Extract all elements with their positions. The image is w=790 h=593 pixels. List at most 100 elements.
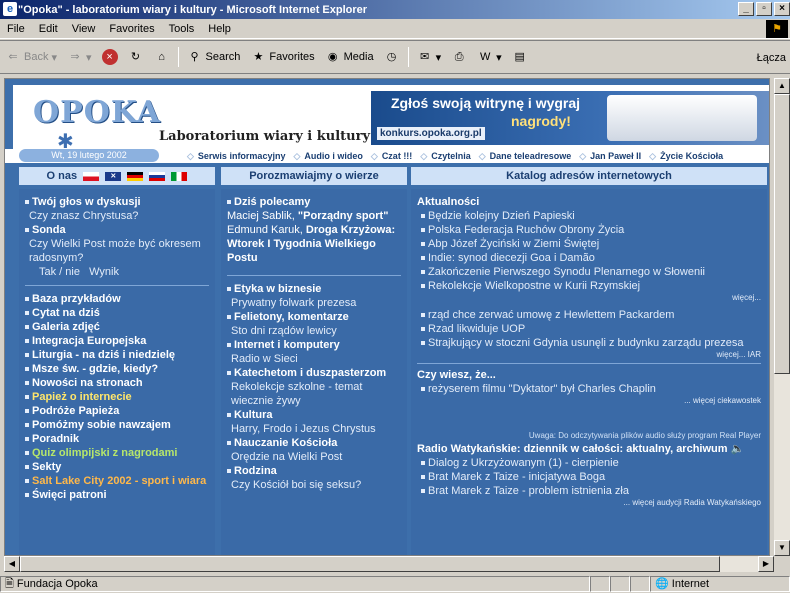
hscroll-thumb[interactable] (20, 556, 720, 572)
news-item[interactable]: Abp Józef Życiński w Ziemi Świętej (411, 237, 767, 251)
discussion-link[interactable]: Twój głos w dyskusji (19, 195, 215, 209)
flag-italy-icon[interactable] (171, 171, 188, 181)
recommended-1[interactable]: Maciej Sablik, "Porządny sport" (221, 209, 407, 223)
ethics-article[interactable]: Prywatny folwark prezesa (221, 296, 407, 310)
section-catalog[interactable]: Katalog adresów internetowych (411, 167, 767, 185)
menu-edit[interactable]: Edit (32, 23, 65, 35)
menu-help[interactable]: Help (201, 23, 238, 35)
family-section[interactable]: Rodzina (221, 464, 407, 478)
mail-button[interactable]: ✉ ▾ (412, 49, 447, 65)
left-link-0[interactable]: Baza przykładów (19, 292, 215, 306)
left-link-4[interactable]: Liturgia - na dziś i niedzielę (19, 348, 215, 362)
section-talk[interactable]: Porozmawiajmy o wierze (221, 167, 407, 185)
news-item[interactable]: Rzad likwiduje UOP (411, 322, 767, 336)
news-item[interactable]: rząd chce zerwać umowę z Hewlettem Packa… (411, 308, 767, 322)
media-button[interactable]: ◉ Media (320, 49, 379, 65)
left-link-6[interactable]: Nowości na stronach (19, 376, 215, 390)
columns-section[interactable]: Felietony, komentarze (221, 310, 407, 324)
columns-article[interactable]: Sto dni rządów lewicy (221, 324, 407, 338)
sects-link[interactable]: Sekty (19, 460, 215, 474)
home-button[interactable]: ⌂ (149, 49, 175, 65)
back-button[interactable]: ⇐ Back ▾ (0, 49, 62, 65)
discuss-button[interactable]: ▤ (507, 49, 533, 65)
section-about[interactable]: O nas ✕ (19, 167, 215, 185)
poll-vote-link[interactable]: Tak / nie (39, 266, 80, 278)
pope-internet-link[interactable]: Papież o internecie (19, 390, 215, 404)
ethics-section[interactable]: Etyka w biznesie (221, 282, 407, 296)
discussion-question[interactable]: Czy znasz Chrystusa? (19, 209, 215, 223)
culture-article[interactable]: Harry, Frodo i Jezus Chrystus (221, 422, 407, 436)
internet-section[interactable]: Internet i komputery (221, 338, 407, 352)
left-link-1[interactable]: Cytat na dziś (19, 306, 215, 320)
nav-audio[interactable]: Audio i wideo (304, 151, 363, 161)
news-title[interactable]: Aktualności (411, 195, 767, 209)
scroll-down-arrow-icon[interactable]: ▼ (774, 540, 790, 556)
flag-germany-icon[interactable] (127, 171, 144, 181)
flag-russia-icon[interactable] (149, 171, 166, 181)
iar-more-link[interactable]: więcej... IAR (411, 350, 767, 359)
poll-link[interactable]: Sonda (19, 223, 215, 237)
news-item[interactable]: Zakończenie Pierwszego Synodu Plenarnego… (411, 265, 767, 279)
poll-result-link[interactable]: Wynik (89, 266, 119, 278)
left-link-3[interactable]: Integracja Europejska (19, 334, 215, 348)
quiz-link[interactable]: Quiz olimpijski z nagrodami (19, 446, 215, 460)
trivia-more-link[interactable]: ... więcej ciekawostek (411, 396, 767, 405)
stop-button[interactable]: × (97, 49, 123, 65)
left-link-2[interactable]: Galeria zdjęć (19, 320, 215, 334)
radio-item[interactable]: Brat Marek z Taize - inicjatywa Boga (411, 470, 767, 484)
salt-lake-link[interactable]: Salt Lake City 2002 - sport i wiara (19, 474, 215, 488)
nav-jan-pawel[interactable]: Jan Paweł II (590, 151, 641, 161)
recommended-2[interactable]: Edmund Karuk, Droga Krzyżowa: Wtorek I T… (221, 223, 407, 265)
links-label[interactable]: Łącza (757, 52, 786, 64)
flag-poland-icon[interactable] (83, 171, 100, 181)
did-you-know-title[interactable]: Czy wiesz, że... (411, 368, 767, 382)
menu-view[interactable]: View (65, 23, 103, 35)
news-item[interactable]: Polska Federacja Ruchów Obrony Życia (411, 223, 767, 237)
nav-dane[interactable]: Dane teleadresowe (490, 151, 572, 161)
scroll-thumb[interactable] (774, 94, 790, 374)
vertical-scrollbar[interactable]: ▲ ▼ (774, 78, 790, 556)
culture-section[interactable]: Kultura (221, 408, 407, 422)
menu-tools[interactable]: Tools (162, 23, 202, 35)
radio-item[interactable]: Dialog z Ukrzyżowanym (1) - cierpienie (411, 456, 767, 470)
left-link-9[interactable]: Poradnik (19, 432, 215, 446)
minimize-button[interactable]: _ (738, 2, 754, 16)
flag-uk-icon[interactable]: ✕ (105, 171, 122, 181)
teaching-article[interactable]: Orędzie na Wielki Post (221, 450, 407, 464)
forward-button[interactable]: ⇒ ▾ (62, 49, 97, 65)
nav-czytelnia[interactable]: Czytelnia (431, 151, 471, 161)
favorites-button[interactable]: ★ Favorites (245, 49, 319, 65)
maximize-button[interactable]: ▫ (756, 2, 772, 16)
did-you-know-item[interactable]: reżyserem filmu "Dyktator" był Charles C… (411, 382, 767, 396)
teaching-section[interactable]: Nauczanie Kościoła (221, 436, 407, 450)
search-button[interactable]: ⚲ Search (182, 49, 246, 65)
opoka-logo[interactable]: OPOKA (33, 95, 161, 130)
nav-serwis[interactable]: Serwis informacyjny (198, 151, 286, 161)
left-link-7[interactable]: Podróże Papieża (19, 404, 215, 418)
nav-zycie[interactable]: Życie Kościoła (660, 151, 723, 161)
catechists-article[interactable]: Rekolekcje szkolne - temat wiecznie żywy (221, 380, 407, 408)
edit-button[interactable]: W ▾ (472, 49, 507, 65)
scroll-up-arrow-icon[interactable]: ▲ (774, 78, 790, 94)
radio-more-link[interactable]: ... więcej audycji Radia Watykańskiego (411, 498, 767, 507)
menu-favorites[interactable]: Favorites (102, 23, 161, 35)
left-link-8[interactable]: Pomóżmy sobie nawzajem (19, 418, 215, 432)
recommended-title[interactable]: Dziś polecamy (221, 195, 407, 209)
news-item[interactable]: Strajkujący w stoczni Gdynia usunęli z b… (411, 336, 767, 350)
history-button[interactable]: ◷ (379, 49, 405, 65)
catechists-section[interactable]: Katechetom i duszpasterzom (221, 366, 407, 380)
refresh-button[interactable]: ↻ (123, 49, 149, 65)
left-link-5[interactable]: Msze św. - gdzie, kiedy? (19, 362, 215, 376)
scroll-left-arrow-icon[interactable]: ◀ (4, 556, 20, 572)
news-item[interactable]: Indie: synod diecezji Goa i Damão (411, 251, 767, 265)
horizontal-scrollbar[interactable]: ◀ ▶ (4, 556, 774, 572)
news-item[interactable]: Będzie kolejny Dzień Papieski (411, 209, 767, 223)
family-article[interactable]: Czy Kościół boi się seksu? (221, 478, 407, 492)
saints-link[interactable]: Święci patroni (19, 488, 215, 502)
news-item[interactable]: Rekolekcje Wielkopostne w Kurii Rzymskie… (411, 279, 767, 293)
radio-item[interactable]: Brat Marek z Taize - problem istnienia z… (411, 484, 767, 498)
menu-file[interactable]: File (0, 23, 32, 35)
radio-title[interactable]: Radio Watykańskie: dziennik w całości: a… (411, 442, 767, 456)
scroll-right-arrow-icon[interactable]: ▶ (758, 556, 774, 572)
news-more-link[interactable]: więcej... (411, 293, 767, 302)
